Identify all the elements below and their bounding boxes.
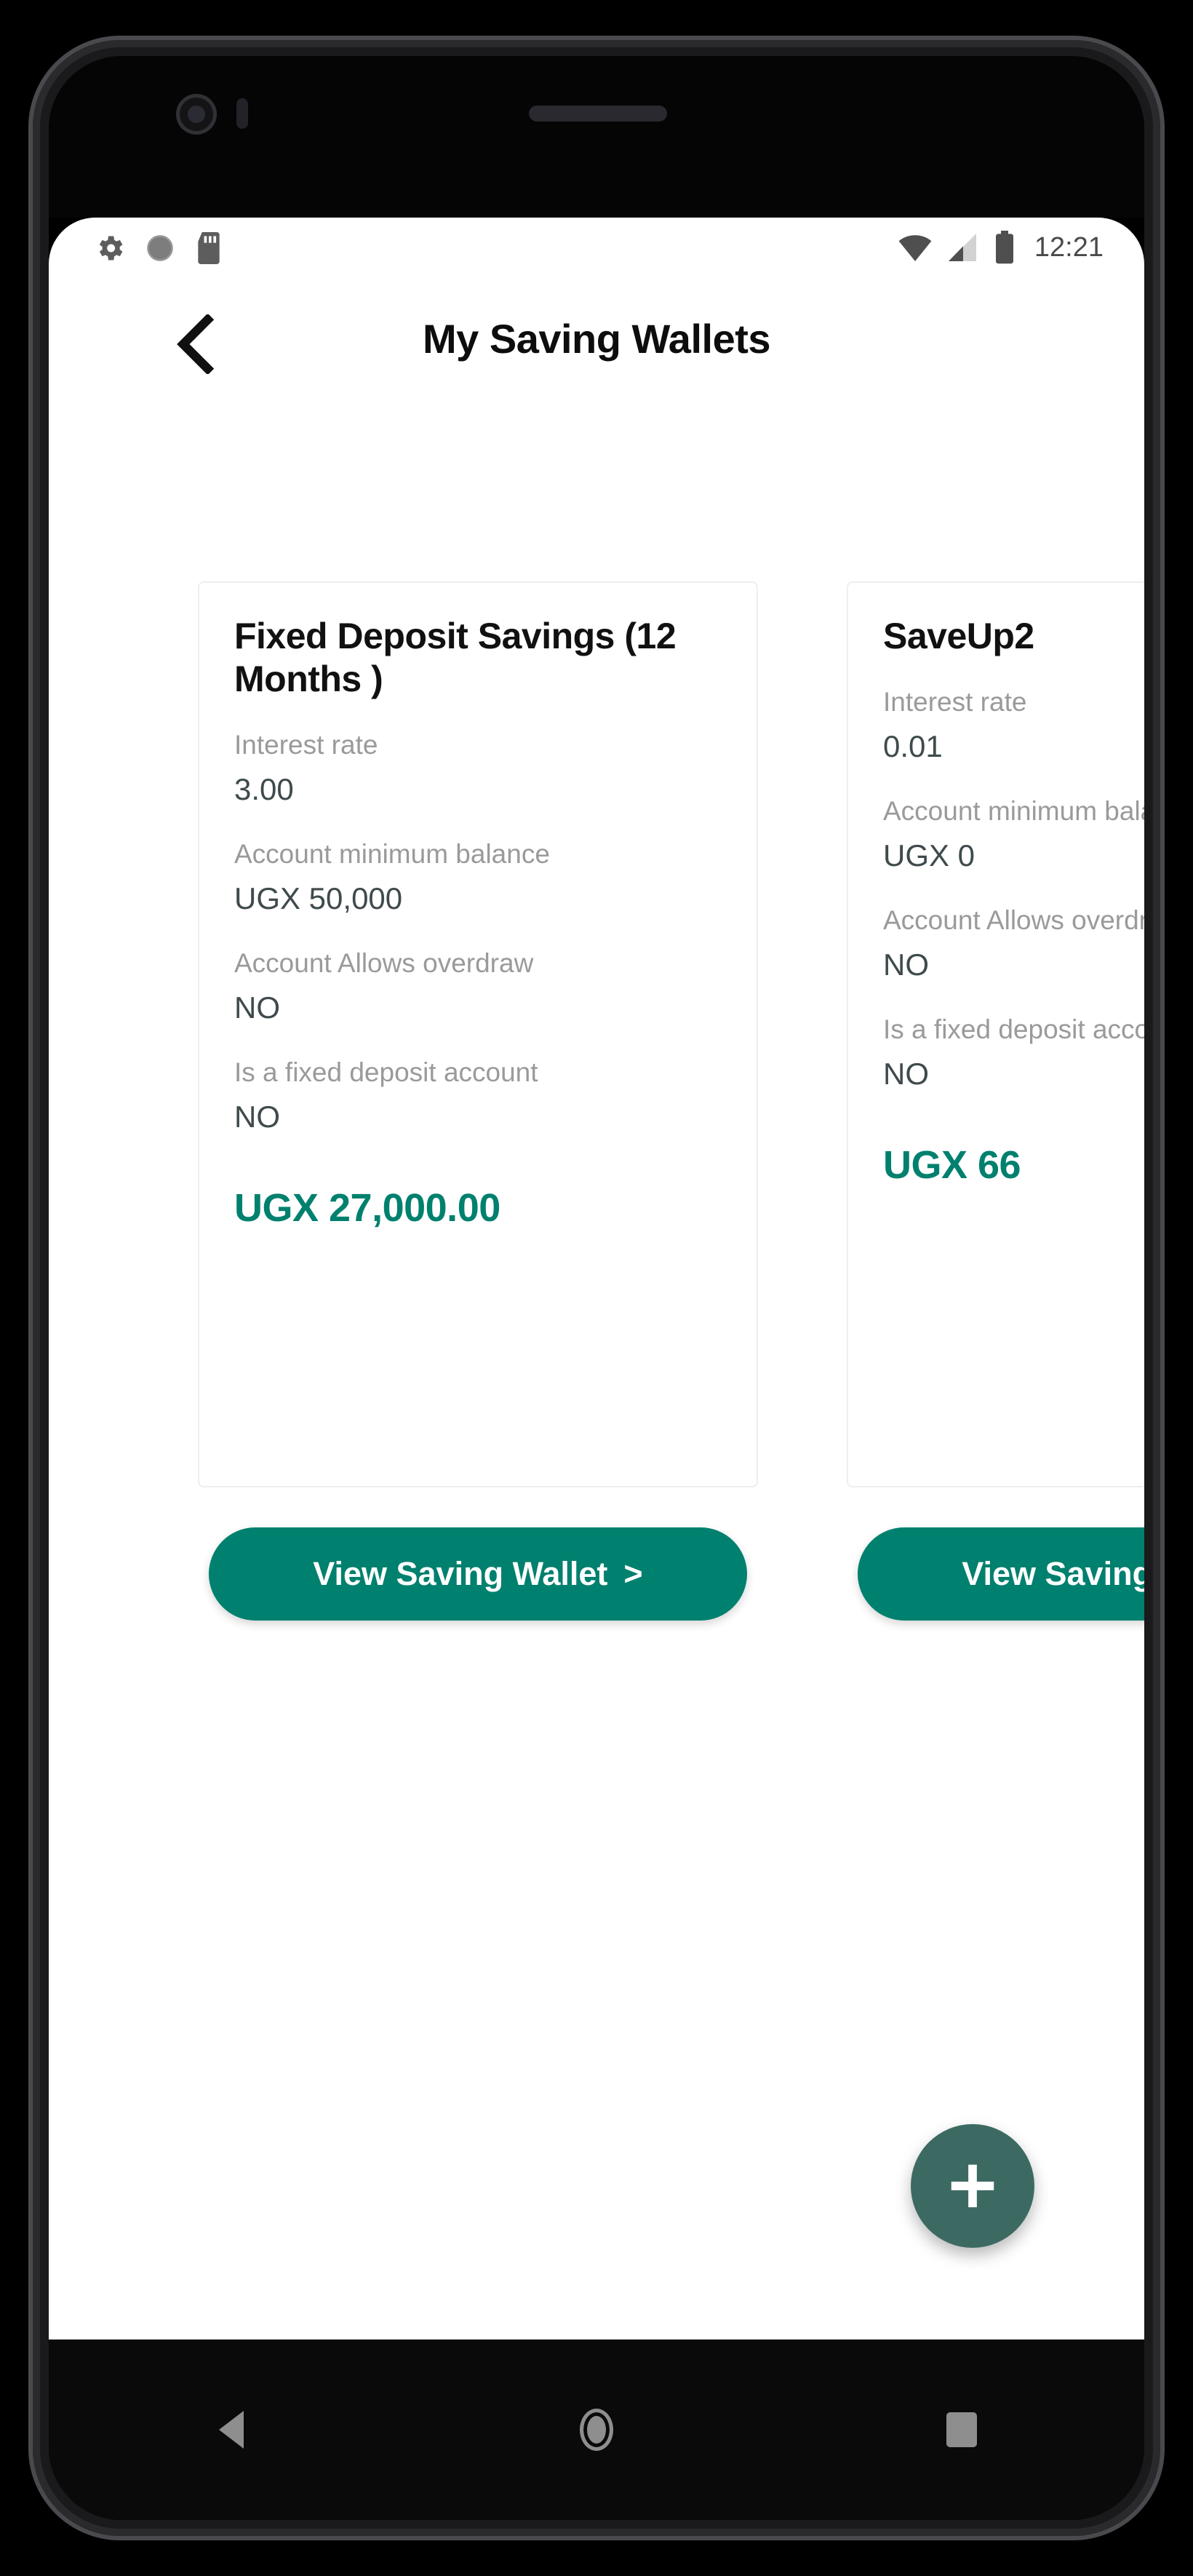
- phone-body: 12:21 My Saving Wallets Fixed Deposit Sa…: [49, 56, 1144, 2520]
- wallet-column: SaveUp2 Interest rate 0.01 Account minim…: [847, 581, 1144, 1833]
- minimum-balance-label: Account minimum balance: [883, 796, 1144, 826]
- minimum-balance-value: UGX 50,000: [234, 881, 403, 915]
- wallet-card[interactable]: Fixed Deposit Savings (12 Months ) Inter…: [198, 581, 758, 1487]
- app-surface: 12:21 My Saving Wallets Fixed Deposit Sa…: [49, 218, 1144, 2340]
- wallet-card[interactable]: SaveUp2 Interest rate 0.01 Account minim…: [847, 581, 1144, 1487]
- page-title: My Saving Wallets: [423, 316, 771, 362]
- front-camera-lens-inner: [188, 106, 205, 123]
- plus-icon: [951, 2164, 994, 2208]
- interest-rate-label: Interest rate: [234, 730, 378, 760]
- sd-card-icon: [198, 232, 220, 264]
- proximity-sensor-icon: [236, 98, 248, 129]
- view-wallet-button-wrap: View Saving Wallet >: [847, 1527, 1144, 1621]
- wallet-title: SaveUp2: [883, 616, 1034, 656]
- phone-sensor-bar: [49, 56, 1144, 172]
- home-circle-icon: [580, 2409, 613, 2451]
- minimum-balance-label: Account minimum balance: [234, 839, 550, 869]
- allows-overdraw-value: NO: [883, 947, 929, 982]
- is-fixed-deposit-value: NO: [883, 1057, 929, 1091]
- nav-home-button[interactable]: [542, 2375, 651, 2484]
- app-bar: My Saving Wallets: [49, 287, 1144, 422]
- wallet-balance: UGX 27,000.00: [234, 1186, 500, 1230]
- status-bar-right-icons: 12:21: [898, 231, 1104, 264]
- minimum-balance-value: UGX 0: [883, 838, 975, 872]
- phone-frame: 12:21 My Saving Wallets Fixed Deposit Sa…: [33, 40, 1160, 2536]
- front-camera-icon: [176, 94, 217, 135]
- nav-recents-button[interactable]: [907, 2375, 1016, 2484]
- is-fixed-deposit-value: NO: [234, 1100, 280, 1134]
- allows-overdraw-value: NO: [234, 990, 280, 1025]
- android-nav-bar: [49, 2340, 1144, 2520]
- interest-rate-label: Interest rate: [883, 687, 1027, 717]
- chevron-right-icon: >: [623, 1555, 643, 1592]
- battery-icon: [995, 231, 1013, 264]
- view-saving-wallet-button[interactable]: View Saving Wallet >: [209, 1527, 747, 1621]
- nav-back-button[interactable]: [177, 2375, 286, 2484]
- status-bar-left-icons: [94, 232, 223, 264]
- is-fixed-deposit-label: Is a fixed deposit account: [883, 1014, 1144, 1044]
- wallet-column: Fixed Deposit Savings (12 Months ) Inter…: [198, 581, 758, 1833]
- allows-overdraw-label: Account Allows overdraw: [234, 948, 534, 978]
- view-saving-wallet-button-label: View Saving Wallet: [962, 1555, 1144, 1592]
- wallet-card-carousel[interactable]: Fixed Deposit Savings (12 Months ) Inter…: [49, 581, 1144, 1833]
- sync-circle-icon: [147, 235, 173, 261]
- gear-icon: [99, 236, 123, 261]
- allows-overdraw-label: Account Allows overdraw: [883, 905, 1144, 935]
- view-wallet-button-wrap: View Saving Wallet >: [198, 1527, 758, 1621]
- interest-rate-value: 3.00: [234, 772, 294, 806]
- earpiece-speaker: [529, 106, 667, 122]
- view-saving-wallet-button[interactable]: View Saving Wallet >: [858, 1527, 1144, 1621]
- add-wallet-fab[interactable]: [911, 2124, 1034, 2248]
- status-bar-clock: 12:21: [1034, 231, 1104, 263]
- is-fixed-deposit-label: Is a fixed deposit account: [234, 1057, 538, 1087]
- phone-screen: 12:21 My Saving Wallets Fixed Deposit Sa…: [49, 218, 1144, 2520]
- back-triangle-icon: [219, 2411, 244, 2449]
- wallet-balance: UGX 66: [883, 1143, 1021, 1187]
- cellular-signal-icon: [948, 234, 976, 261]
- wifi-icon: [898, 235, 932, 261]
- recents-square-icon: [946, 2412, 977, 2447]
- view-saving-wallet-button-label: View Saving Wallet: [313, 1555, 608, 1592]
- interest-rate-value: 0.01: [883, 729, 943, 763]
- status-bar: 12:21: [49, 218, 1144, 287]
- wallet-title: Fixed Deposit Savings (12 Months ): [234, 616, 677, 699]
